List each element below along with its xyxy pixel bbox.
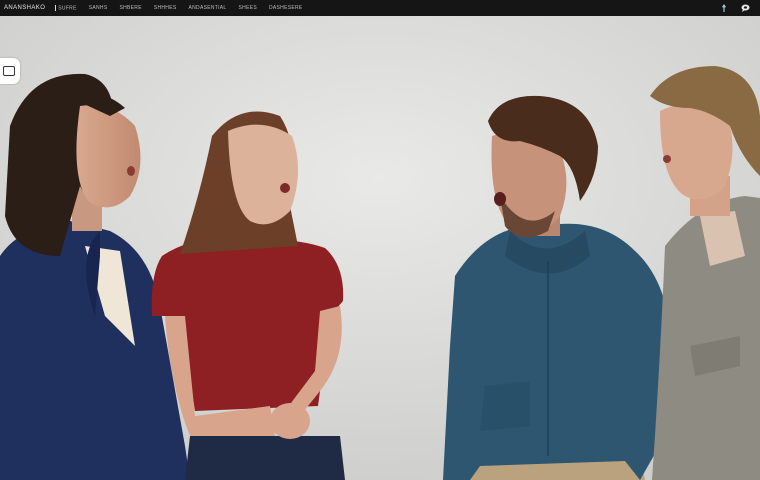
video-frame [0, 16, 760, 480]
pin-icon[interactable] [721, 4, 727, 12]
nav-item-3[interactable]: SHBERE [119, 5, 141, 11]
scene-illustration [0, 16, 760, 480]
nav-item-6[interactable]: SHEES [239, 5, 257, 11]
stop-square-button[interactable] [0, 58, 20, 84]
top-app-bar: ANANSHAKO SUFRE SANHS SHBERE SHHHES ANDA… [0, 0, 760, 16]
person-man-right [650, 66, 760, 480]
brand-logo-text[interactable]: ANANSHAKO [4, 5, 45, 11]
nav-item-1[interactable]: SUFRE [55, 5, 76, 11]
nav-item-7[interactable]: DASHESERE [269, 5, 303, 11]
top-right-icons [721, 4, 756, 12]
nav-item-5[interactable]: ANDASENTIAL [188, 5, 226, 11]
nav-item-4[interactable]: SHHHES [154, 5, 177, 11]
chat-icon[interactable] [741, 4, 750, 12]
top-nav: SUFRE SANHS SHBERE SHHHES ANDASENTIAL SH… [55, 5, 302, 11]
stop-square-icon [3, 66, 15, 76]
nav-item-2[interactable]: SANHS [89, 5, 108, 11]
